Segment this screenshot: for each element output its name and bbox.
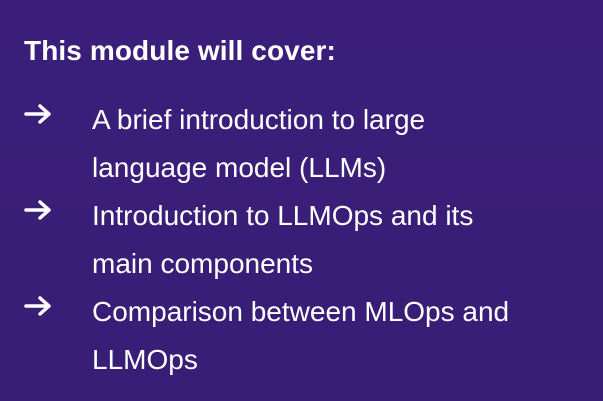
bullet-line: main components <box>92 248 314 279</box>
bullet-text: Introduction to LLMOps and its main comp… <box>92 192 597 288</box>
bullet-line: A brief introduction to large <box>92 104 426 135</box>
bullet-list: A brief introduction to large language m… <box>0 96 603 384</box>
bullet-text: Comparison between MLOps and LLMOps <box>92 288 597 384</box>
bullet-item: A brief introduction to large language m… <box>0 96 603 192</box>
arrow-right-icon <box>24 104 51 124</box>
bullet-line: language model (LLMs) <box>92 152 387 183</box>
bullet-item: Introduction to LLMOps and its main comp… <box>0 192 603 288</box>
bullet-line: LLMOps <box>92 344 198 375</box>
bullet-line: Introduction to LLMOps and its <box>92 200 474 231</box>
bullet-text: A brief introduction to large language m… <box>92 96 597 192</box>
arrow-right-icon <box>24 296 51 316</box>
bullet-line: Comparison between MLOps and <box>92 296 510 327</box>
slide: This module will cover: A brief introduc… <box>0 0 603 401</box>
bullet-item: Comparison between MLOps and LLMOps <box>0 288 603 384</box>
arrow-right-icon <box>24 200 51 220</box>
slide-title: This module will cover: <box>24 35 336 66</box>
